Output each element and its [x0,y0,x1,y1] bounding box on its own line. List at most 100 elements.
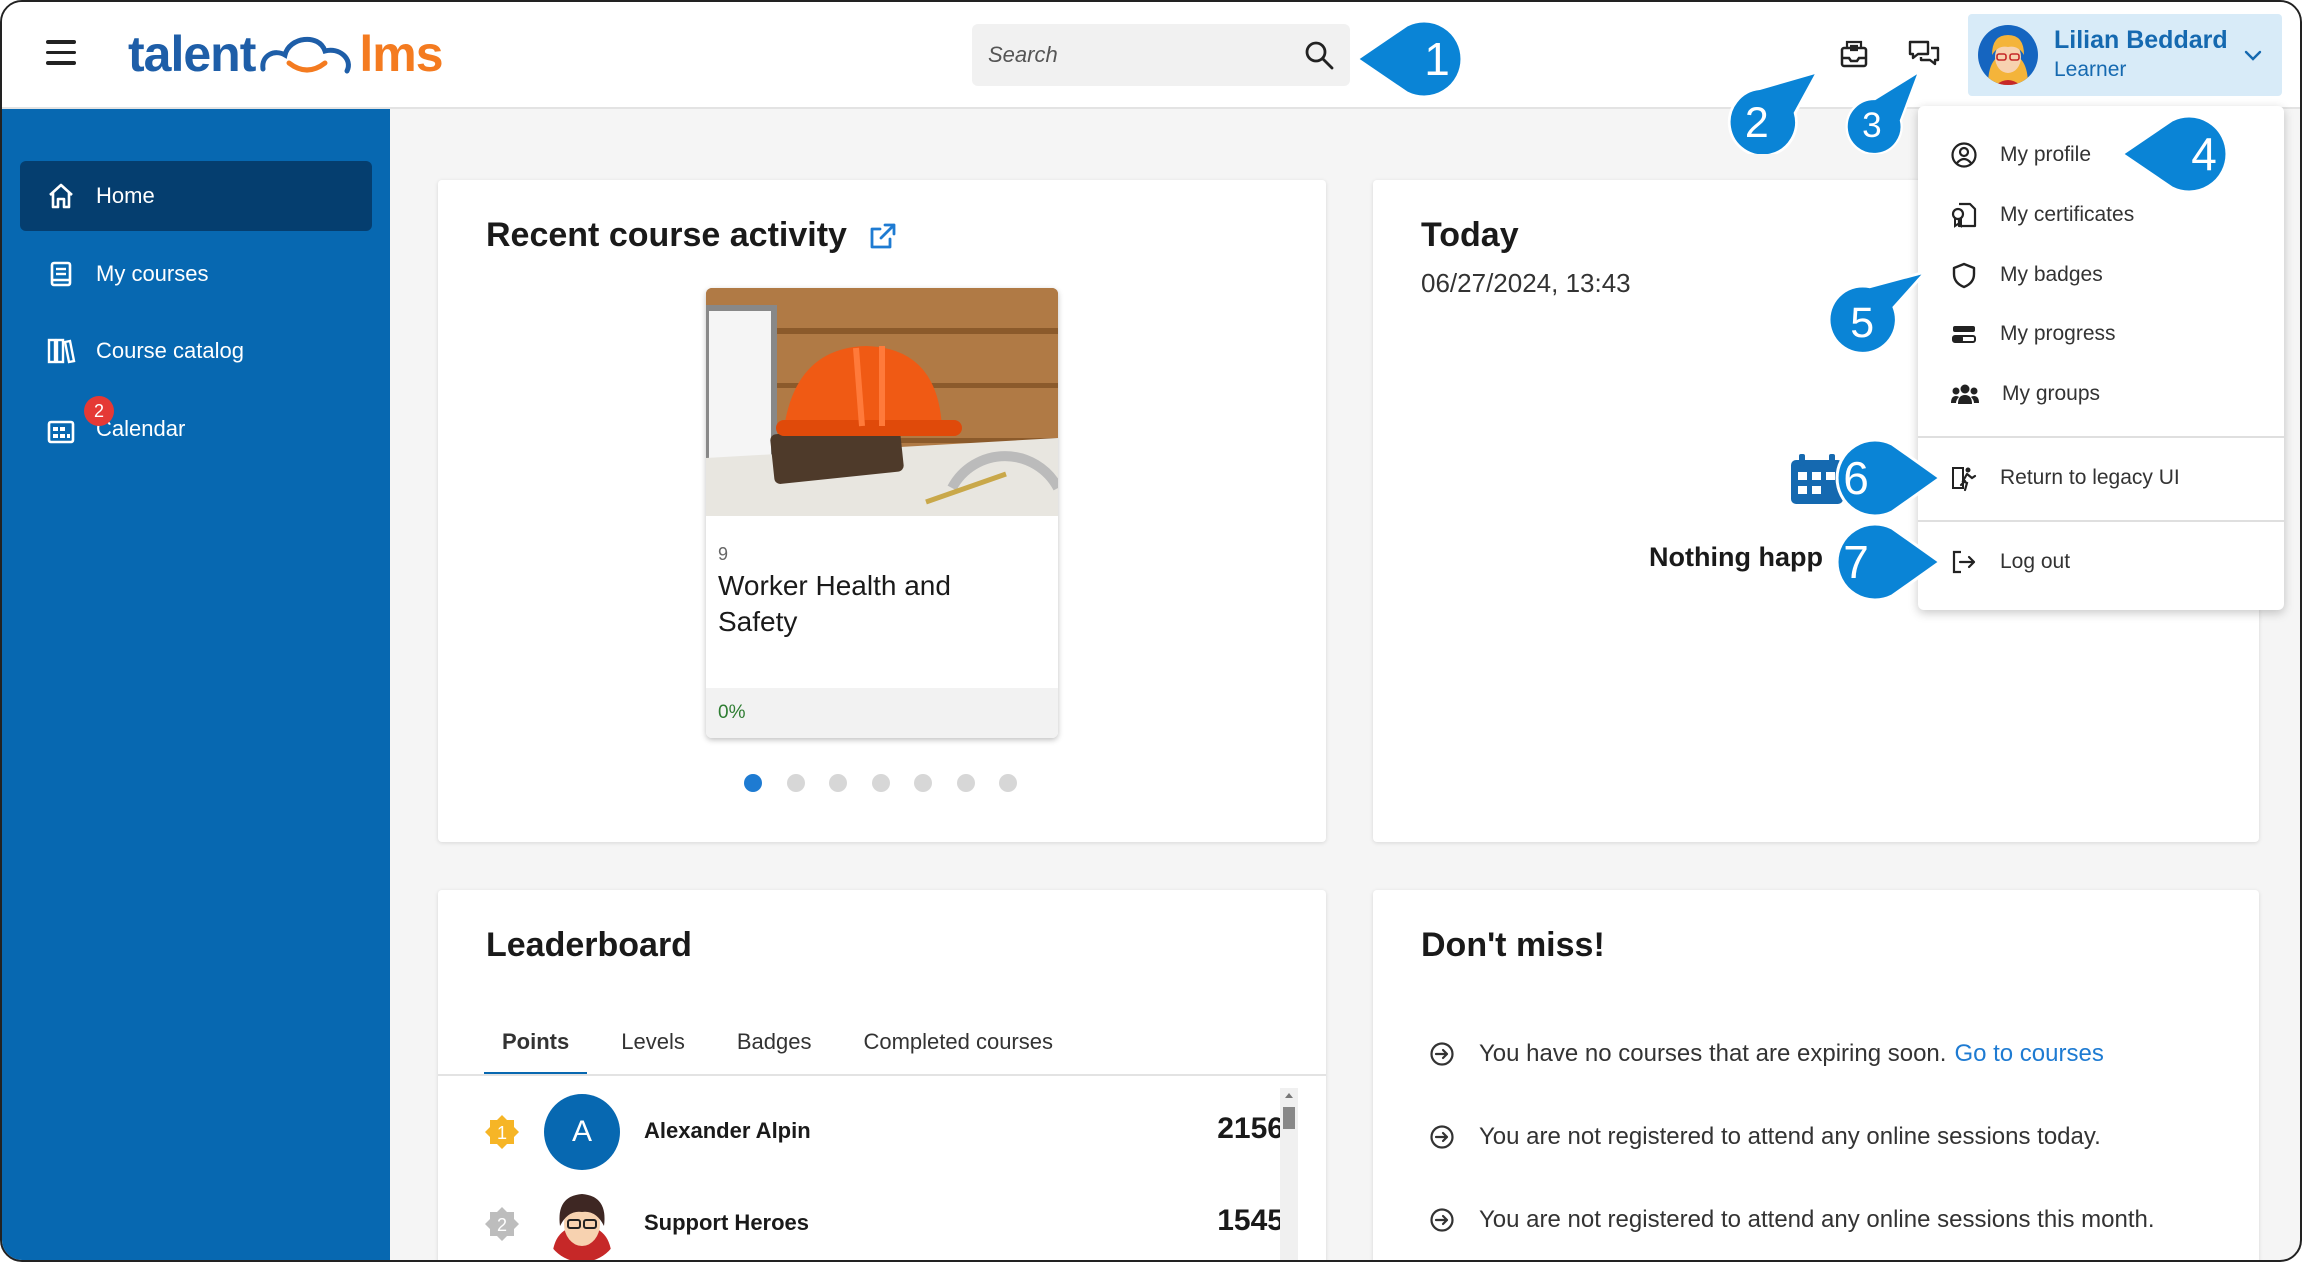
menu-item-label: My badges [2000,263,2103,286]
sidebar-item-calendar[interactable]: 2 Calendar [20,394,372,464]
sidebar-item-label: Home [96,183,155,208]
legacy-ui-walking-icon [1952,467,1977,492]
svg-text:7: 7 [1843,536,1869,588]
logo-cloud-icon [260,36,352,74]
arrow-circle-right-icon [1430,1125,1454,1149]
carousel-dot[interactable] [829,774,847,792]
carousel-dot[interactable] [871,774,890,792]
sidebar-item-home[interactable]: Home [20,161,372,231]
search-box [972,24,1350,86]
carousel-dot[interactable] [999,774,1017,792]
menu-item-my-progress[interactable]: My progress [1918,305,2284,363]
menu-divider [1918,436,2284,438]
avatar [544,1186,620,1260]
course-thumbnail-image [706,288,1058,516]
sidebar-item-course-catalog[interactable]: Course catalog [20,316,372,386]
carousel-dot[interactable] [956,774,975,792]
talentlms-logo[interactable]: talent lms [128,22,444,86]
menu-item-my-badges[interactable]: My badges [1918,246,2284,304]
dont-miss-text: You are not registered to attend any onl… [1479,1123,2101,1150]
external-link-icon[interactable] [869,222,897,250]
dont-miss-text: You are not registered to attend any onl… [1479,1206,2155,1233]
callout-marker-5: 5 [1827,270,1930,354]
menu-item-log-out[interactable]: Log out [1918,533,2284,591]
calendar-count-badge: 2 [84,396,114,426]
user-role: Learner [2054,58,2127,81]
leaderboard-score: 1545 [1217,1204,1284,1237]
sidebar-item-my-courses[interactable]: My courses [20,239,372,309]
arrow-circle-right-icon [1430,1042,1454,1066]
carousel-dot[interactable] [786,774,805,792]
calendar-icon-wrap: 2 [46,396,114,444]
sidebar-item-label: My courses [96,261,209,286]
search-input[interactable] [972,24,1292,86]
card-title: Today [1421,216,1519,254]
course-progress: 0% [718,702,746,723]
carousel-pager [744,774,1017,792]
recent-title-row: Recent course activity [486,216,897,255]
arrow-circle-right-icon [1430,1208,1454,1232]
svg-text:6: 6 [1843,452,1869,504]
tab-points[interactable]: Points [484,1020,588,1076]
library-icon [47,338,76,364]
hamburger-menu-icon[interactable] [46,40,76,66]
card-title: Recent course activity [486,216,847,254]
dont-miss-text: You have no courses that are expiring so… [1479,1040,1947,1067]
dont-miss-item: You have no courses that are expiring so… [1429,1040,2104,1068]
chevron-down-icon [2244,50,2262,61]
carousel-dot[interactable] [914,774,932,792]
menu-item-label: My progress [2000,322,2116,345]
callout-marker-7: 7 [1835,522,1943,602]
search-icon[interactable] [1304,40,1334,70]
go-to-courses-link[interactable]: Go to courses [1954,1040,2103,1068]
callout-marker-3: 3 [1845,70,1922,154]
shield-icon [1952,262,1976,289]
svg-text:3: 3 [1862,106,1882,145]
menu-item-return-legacy-ui[interactable]: Return to legacy UI [1918,449,2284,507]
leaderboard-row: 2 Support Heroes 1545 [484,1180,1284,1260]
tab-completed-courses[interactable]: Completed courses [845,1020,1071,1076]
scroll-up-arrow-icon[interactable] [1280,1088,1298,1102]
dont-miss-item: You are not registered to attend any onl… [1429,1206,2155,1234]
today-datetime: 06/27/2024, 13:43 [1421,268,1631,298]
menu-divider [1918,520,2284,522]
logo-text-talent: talent [128,26,256,82]
certificate-icon [1951,202,1977,228]
home-icon [49,183,73,209]
course-number: 9 [718,544,729,564]
logo-text-lms: lms [359,26,443,82]
menu-item-label: My groups [2002,382,2101,405]
leaderboard-scrollbar[interactable] [1280,1088,1298,1260]
recent-course-activity-card: Recent course activity 9 Worker Health a… [438,180,1326,842]
menu-item-label: My certificates [2000,203,2135,226]
menu-item-my-groups[interactable]: My groups [1918,365,2284,423]
menu-item-label: My profile [2000,143,2092,166]
leaderboard-name: Alexander Alpin [644,1118,811,1143]
messages-inbox-icon[interactable] [1836,36,1872,72]
callout-marker-1: 1 [1357,19,1464,99]
user-avatar [1978,25,2038,85]
svg-text:2: 2 [497,1215,507,1235]
tabs-divider [438,1074,1326,1076]
logout-icon [1952,550,1976,574]
tab-levels[interactable]: Levels [603,1020,703,1076]
card-title: Leaderboard [486,926,692,964]
scrollbar-thumb[interactable] [1283,1107,1295,1129]
dont-miss-card: Don't miss! You have no courses that are… [1373,890,2259,1260]
callout-marker-4: 4 [2120,114,2229,194]
group-icon [1951,384,1979,404]
tab-badges[interactable]: Badges [719,1020,830,1076]
leaderboard-row: 1 A Alexander Alpin 2156 [484,1088,1284,1172]
leaderboard-name: Support Heroes [644,1210,810,1235]
course-footer [706,688,1058,738]
carousel-dot[interactable] [744,774,762,792]
course-card[interactable]: 9 Worker Health and Safety 0% [706,288,1058,738]
progress-icon [1952,326,1976,343]
user-menu-button[interactable]: Lilian Beddard Learner [1968,14,2282,96]
app-frame: talent lms Lilian Beddard Learner Home M… [0,0,2302,1262]
leaderboard-score: 2156 [1217,1112,1284,1145]
calendar-icon [47,420,75,444]
discussions-chat-icon[interactable] [1906,36,1942,72]
svg-text:2: 2 [1745,99,1769,147]
menu-item-label: Return to legacy UI [2000,466,2180,489]
